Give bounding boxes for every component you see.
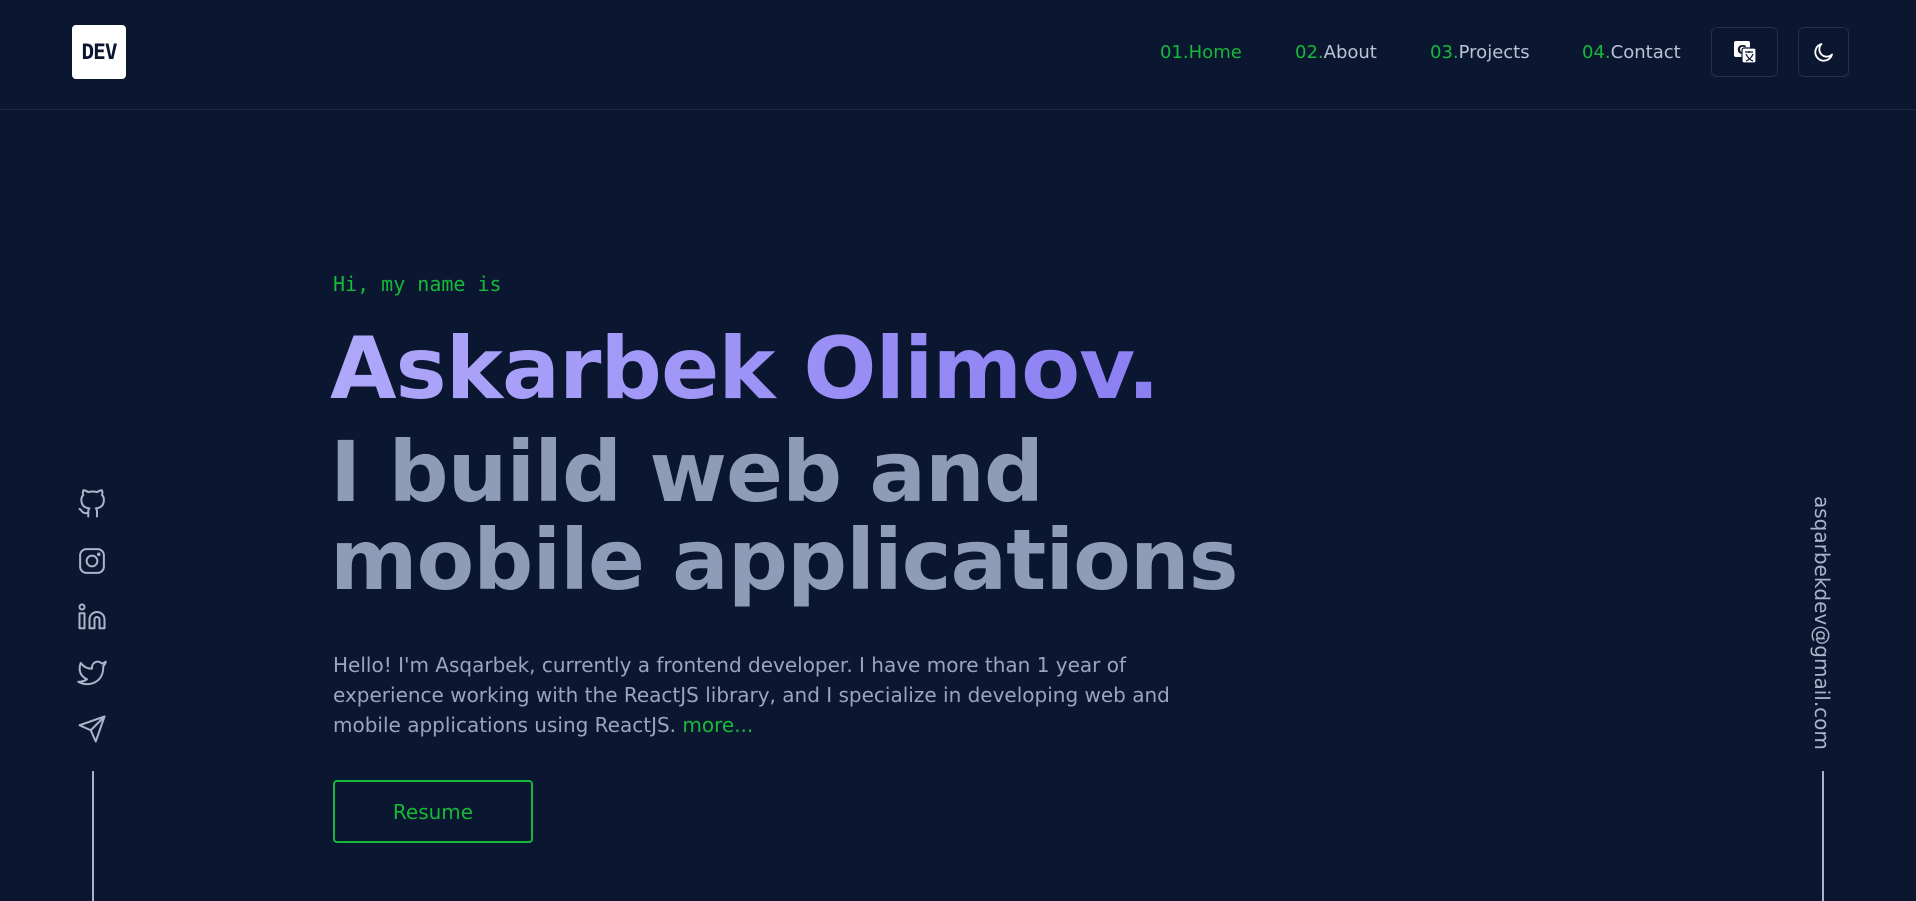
- email-link[interactable]: asqarbekdev@gmail.com: [1810, 496, 1834, 750]
- hero-tagline: I build web and mobile applications: [330, 423, 1239, 609]
- theme-toggle-button[interactable]: [1798, 27, 1849, 77]
- greeting: Hi, my name is: [333, 272, 502, 296]
- left-divider-line: [92, 771, 94, 901]
- instagram-icon: [79, 548, 105, 574]
- telegram-icon: [78, 715, 106, 743]
- nav-home[interactable]: 01.Home: [1160, 42, 1242, 64]
- telegram-link[interactable]: [76, 713, 108, 745]
- moon-icon: [1813, 43, 1833, 62]
- nav-contact[interactable]: 04.Contact: [1582, 42, 1681, 64]
- twitter-link[interactable]: [76, 657, 108, 689]
- header: DEV 01.Home 02.About 03.Projects 04.Cont…: [0, 0, 1916, 110]
- linkedin-icon: [78, 603, 106, 630]
- translate-button[interactable]: G: [1711, 27, 1778, 77]
- nav-label: Projects: [1458, 42, 1530, 63]
- hero-name: Askarbek Olimov.: [330, 319, 1160, 419]
- nav-label: Home: [1188, 42, 1242, 63]
- translate-icon: G: [1733, 41, 1757, 64]
- more-link[interactable]: more...: [682, 713, 753, 737]
- instagram-link[interactable]: [76, 545, 108, 577]
- github-icon: [78, 489, 105, 518]
- nav-number: 02.: [1295, 42, 1324, 63]
- twitter-icon: [77, 660, 107, 686]
- right-divider-line: [1822, 771, 1824, 901]
- resume-label: Resume: [392, 799, 474, 824]
- resume-button[interactable]: Resume: [333, 780, 533, 843]
- nav-about[interactable]: 02.About: [1295, 42, 1377, 64]
- hero-bio: Hello! I'm Asqarbek, currently a fronten…: [333, 650, 1193, 740]
- nav-label: Contact: [1610, 42, 1681, 63]
- nav-number: 03.: [1430, 42, 1459, 63]
- github-link[interactable]: [76, 488, 108, 520]
- nav-projects[interactable]: 03.Projects: [1430, 42, 1530, 64]
- logo[interactable]: DEV: [72, 25, 126, 79]
- logo-text: DEV: [81, 40, 118, 64]
- nav-number: 04.: [1582, 42, 1611, 63]
- linkedin-link[interactable]: [76, 601, 108, 633]
- nav-number: 01.: [1160, 42, 1189, 63]
- nav-label: About: [1323, 42, 1377, 63]
